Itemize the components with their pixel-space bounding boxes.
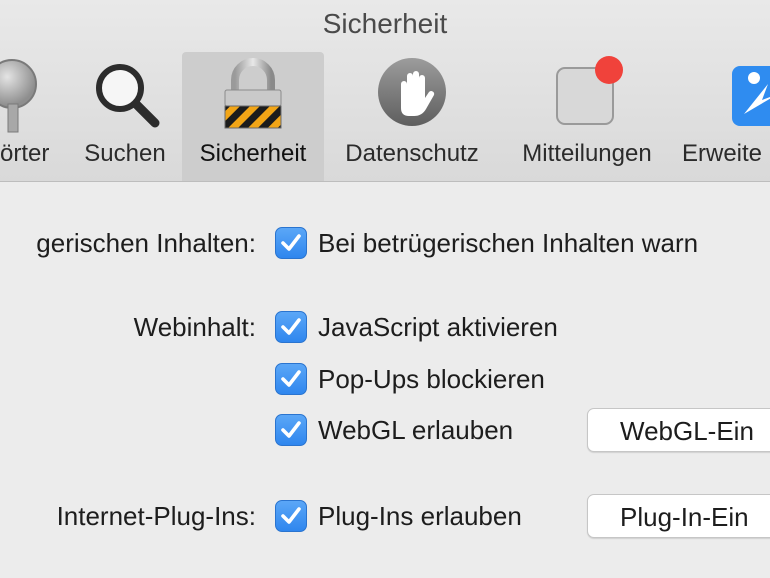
webgl-checkbox[interactable] xyxy=(275,414,307,446)
magnifier-icon xyxy=(85,54,165,134)
preferences-toolbar: Sicherheit örter Suchen Sicherheit Daten… xyxy=(0,0,770,182)
tab-extensions[interactable]: Erweite xyxy=(682,52,770,181)
webgl-settings-button[interactable]: WebGL-Ein xyxy=(587,408,770,452)
tab-label: Mitteilungen xyxy=(522,140,652,167)
checkmark-icon xyxy=(281,421,301,438)
tab-label: Erweite xyxy=(682,140,763,167)
tab-passwords[interactable]: örter xyxy=(0,52,80,181)
fraud-warning-label: gerischen Inhalten: xyxy=(36,228,256,258)
tab-notifications[interactable]: Mitteilungen xyxy=(510,52,664,181)
padlock-icon xyxy=(213,54,293,134)
tab-security[interactable]: Sicherheit xyxy=(182,52,324,181)
web-content-label: Webinhalt: xyxy=(133,312,256,342)
fraud-warning-checkbox[interactable] xyxy=(275,227,307,259)
popup-block-checkbox[interactable] xyxy=(275,363,307,395)
extensions-icon xyxy=(722,54,770,134)
tab-label: örter xyxy=(0,140,50,167)
notification-badge-icon xyxy=(547,54,627,134)
tab-label: Suchen xyxy=(84,140,166,167)
hand-icon xyxy=(372,54,452,134)
tab-label: Datenschutz xyxy=(345,140,479,167)
tab-label: Sicherheit xyxy=(199,140,307,167)
tab-privacy[interactable]: Datenschutz xyxy=(334,52,490,181)
checkmark-icon xyxy=(281,234,301,251)
plugin-settings-button[interactable]: Plug-In-Ein xyxy=(587,494,770,538)
javascript-checkbox[interactable] xyxy=(275,311,307,343)
plugins-label: Internet-Plug-Ins: xyxy=(56,501,256,531)
window-title: Sicherheit xyxy=(322,8,448,39)
webgl-option: WebGL erlauben xyxy=(318,415,514,445)
fraud-warning-option: Bei betrügerischen Inhalten warn xyxy=(318,228,699,258)
tab-search[interactable]: Suchen xyxy=(78,52,172,181)
checkmark-icon xyxy=(281,507,301,524)
javascript-option: JavaScript aktivieren xyxy=(318,312,558,342)
plugins-checkbox[interactable] xyxy=(275,500,307,532)
checkmark-icon xyxy=(281,370,301,387)
popup-block-option: Pop-Ups blockieren xyxy=(318,364,545,394)
checkmark-icon xyxy=(281,318,301,335)
plugins-option: Plug-Ins erlauben xyxy=(318,501,522,531)
key-icon xyxy=(0,54,70,134)
